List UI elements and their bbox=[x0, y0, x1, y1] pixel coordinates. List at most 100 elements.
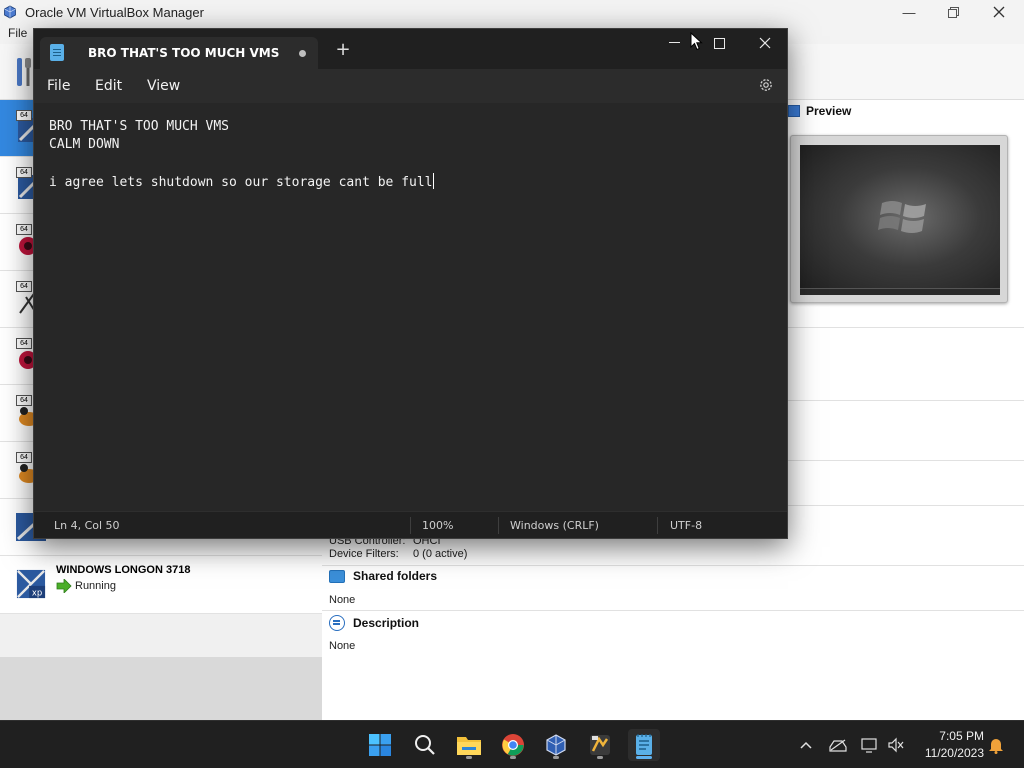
notepad-menubar: File Edit View bbox=[34, 69, 787, 103]
running-indicator bbox=[597, 756, 603, 759]
network-icon bbox=[861, 738, 877, 753]
windows-start-icon bbox=[369, 734, 391, 756]
shared-folders-label: Shared folders bbox=[353, 569, 438, 583]
running-indicator bbox=[553, 756, 559, 759]
notepad-close-button[interactable] bbox=[743, 29, 787, 57]
status-divider bbox=[498, 517, 499, 534]
preview-screen bbox=[800, 145, 1000, 295]
notepad-tab-title: BRO THAT'S TOO MUCH VMS bbox=[88, 46, 280, 60]
notification-bell-icon bbox=[989, 739, 1003, 754]
vm-list-item-windows-longon[interactable]: xp WINDOWS LONGON 3718 Running bbox=[0, 556, 322, 614]
active-indicator bbox=[636, 756, 652, 759]
chrome-button[interactable] bbox=[497, 729, 529, 761]
status-divider bbox=[410, 517, 411, 534]
minimize-icon bbox=[668, 42, 680, 43]
clock-time[interactable]: 7:05 PM bbox=[928, 729, 984, 743]
menu-view[interactable]: View bbox=[147, 78, 180, 94]
description-header[interactable]: Description bbox=[329, 615, 419, 631]
cursor-position: Ln 4, Col 50 bbox=[54, 519, 120, 532]
vbox-close-button[interactable] bbox=[976, 0, 1022, 24]
divider bbox=[322, 565, 1024, 566]
arch-64-badge: 64 bbox=[16, 224, 32, 235]
vbox-titlebar: Oracle VM VirtualBox Manager bbox=[0, 0, 1024, 24]
vbox-minimize-button[interactable]: — bbox=[886, 0, 932, 24]
vm-status: Running bbox=[75, 580, 116, 592]
removable-drive-tray[interactable] bbox=[828, 735, 848, 755]
new-tab-button[interactable]: + bbox=[334, 41, 352, 59]
chevron-up-icon bbox=[800, 741, 812, 749]
close-icon bbox=[759, 37, 771, 49]
text-line-current: i agree lets shutdown so our storage can… bbox=[49, 173, 434, 190]
menu-edit[interactable]: Edit bbox=[95, 78, 122, 94]
vbox-window-title: Oracle VM VirtualBox Manager bbox=[25, 4, 204, 20]
notepad-statusbar: Ln 4, Col 50 100% Windows (CRLF) UTF-8 bbox=[34, 511, 787, 538]
drive-icon bbox=[829, 739, 847, 752]
restore-icon bbox=[947, 6, 959, 18]
arch-64-badge: 64 bbox=[16, 452, 32, 463]
description-label: Description bbox=[353, 616, 420, 630]
divider bbox=[322, 610, 1024, 611]
virtualbox-button[interactable] bbox=[540, 729, 572, 761]
volume-muted-icon bbox=[888, 737, 904, 753]
preview-label: Preview bbox=[806, 104, 852, 118]
chrome-icon bbox=[502, 734, 524, 756]
zoom-level[interactable]: 100% bbox=[422, 519, 453, 532]
menu-file[interactable]: File bbox=[47, 78, 70, 94]
device-filters-value: 0 (0 active) bbox=[413, 548, 468, 560]
text-line: CALM DOWN bbox=[49, 137, 120, 152]
search-icon bbox=[415, 735, 435, 755]
windows-flag-icon bbox=[878, 201, 926, 233]
preview-icon bbox=[788, 105, 800, 117]
notepad-text-editor[interactable]: BRO THAT'S TOO MUCH VMS CALM DOWN i agre… bbox=[34, 103, 787, 511]
arch-64-badge: 64 bbox=[16, 167, 32, 178]
shared-folders-header[interactable]: Shared folders bbox=[329, 569, 437, 583]
os-xp-label: xp bbox=[32, 588, 42, 598]
close-icon bbox=[993, 6, 1005, 18]
notepad-window: BRO THAT'S TOO MUCH VMS + File Edit View… bbox=[33, 28, 788, 539]
notepad-icon bbox=[50, 44, 64, 61]
notepad-titlebar: BRO THAT'S TOO MUCH VMS + bbox=[34, 29, 787, 69]
running-indicator bbox=[510, 756, 516, 759]
text-line: i agree lets shutdown so our storage can… bbox=[49, 175, 433, 190]
network-tray[interactable] bbox=[860, 735, 880, 755]
line-ending[interactable]: Windows (CRLF) bbox=[510, 519, 599, 532]
file-explorer-icon bbox=[457, 737, 481, 755]
arch-64-badge: 64 bbox=[16, 281, 32, 292]
vbox-menu-file[interactable]: File bbox=[8, 26, 27, 40]
notifications-button[interactable] bbox=[986, 735, 1006, 755]
shared-folders-icon bbox=[329, 569, 345, 583]
status-divider bbox=[657, 517, 658, 534]
description-value: None bbox=[329, 640, 356, 652]
unsaved-dot-icon[interactable] bbox=[299, 50, 306, 57]
running-arrow-icon bbox=[56, 579, 72, 593]
search-button[interactable] bbox=[409, 729, 441, 761]
arch-64-badge: 64 bbox=[16, 110, 32, 121]
text-caret bbox=[432, 173, 434, 189]
settings-gear-icon[interactable] bbox=[758, 77, 774, 93]
vm-name: WINDOWS LONGON 3718 bbox=[56, 564, 191, 576]
start-button[interactable] bbox=[364, 729, 396, 761]
text-line: BRO THAT'S TOO MUCH VMS bbox=[49, 119, 230, 134]
preview-header: Preview bbox=[788, 104, 851, 118]
tools-icon bbox=[17, 58, 31, 86]
file-explorer-button[interactable] bbox=[453, 729, 485, 761]
preview-taskbar bbox=[800, 288, 1000, 295]
shared-folders-value: None bbox=[329, 594, 356, 606]
preview-thumbnail bbox=[790, 135, 1008, 303]
wallet-app-button[interactable] bbox=[584, 729, 616, 761]
vbox-maximize-button[interactable] bbox=[930, 0, 976, 24]
encoding[interactable]: UTF-8 bbox=[670, 519, 702, 532]
show-hidden-icons-button[interactable] bbox=[796, 735, 816, 755]
notepad-taskbar-button[interactable] bbox=[628, 729, 660, 761]
taskbar: 7:05 PM 11/20/2023 bbox=[0, 720, 1024, 768]
clock-date[interactable]: 11/20/2023 bbox=[918, 746, 984, 760]
windows-xp-os-icon: xp bbox=[16, 569, 46, 599]
notepad-tab[interactable]: BRO THAT'S TOO MUCH VMS bbox=[40, 37, 318, 69]
maximize-icon bbox=[713, 37, 725, 49]
virtualbox-logo-icon bbox=[4, 5, 16, 19]
volume-tray[interactable] bbox=[886, 735, 906, 755]
mouse-cursor-icon bbox=[690, 32, 703, 51]
running-indicator bbox=[466, 756, 472, 759]
wallet-app-icon bbox=[590, 735, 610, 755]
arch-64-badge: 64 bbox=[16, 338, 32, 349]
